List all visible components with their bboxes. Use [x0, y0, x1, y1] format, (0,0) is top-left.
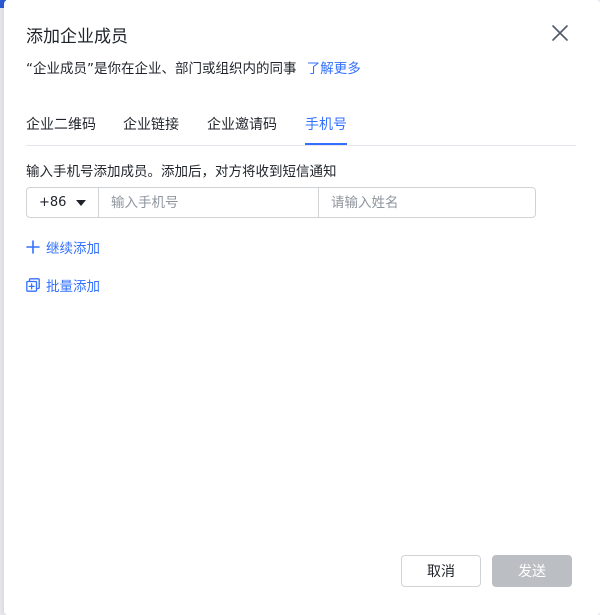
- add-member-dialog: 添加企业成员 “企业成员”是你在企业、部门或组织内的同事 了解更多 企业二维码 …: [4, 0, 600, 615]
- continue-add-label: 继续添加: [46, 241, 100, 257]
- country-code-select[interactable]: +86: [27, 188, 99, 217]
- phone-add-hint: 输入手机号添加成员。添加后，对方将收到短信通知: [26, 164, 337, 180]
- cancel-button[interactable]: 取消: [401, 555, 481, 587]
- tab-link[interactable]: 企业链接: [123, 114, 179, 144]
- tab-phone[interactable]: 手机号: [305, 114, 347, 145]
- dialog-title: 添加企业成员: [26, 27, 128, 47]
- learn-more-link[interactable]: 了解更多: [307, 61, 361, 77]
- phone-entry-row: +86: [26, 187, 536, 218]
- tab-bar: 企业二维码 企业链接 企业邀请码 手机号: [26, 108, 576, 146]
- plus-icon: [26, 240, 40, 254]
- subtitle-text: “企业成员”是你在企业、部门或组织内的同事: [26, 61, 297, 77]
- batch-add-button[interactable]: 批量添加: [26, 275, 100, 295]
- dialog-subtitle: “企业成员”是你在企业、部门或组织内的同事 了解更多: [26, 57, 361, 77]
- phone-input[interactable]: [99, 188, 319, 217]
- close-icon[interactable]: [549, 22, 571, 44]
- name-input[interactable]: [319, 188, 535, 217]
- country-code-value: +86: [39, 195, 67, 210]
- tab-invite-code[interactable]: 企业邀请码: [207, 114, 277, 144]
- send-button[interactable]: 发送: [492, 555, 572, 587]
- tab-qrcode[interactable]: 企业二维码: [26, 114, 96, 144]
- caret-down-icon: [76, 199, 86, 206]
- continue-add-button[interactable]: 继续添加: [26, 237, 100, 257]
- batch-add-icon: [26, 278, 40, 292]
- batch-add-label: 批量添加: [46, 279, 100, 295]
